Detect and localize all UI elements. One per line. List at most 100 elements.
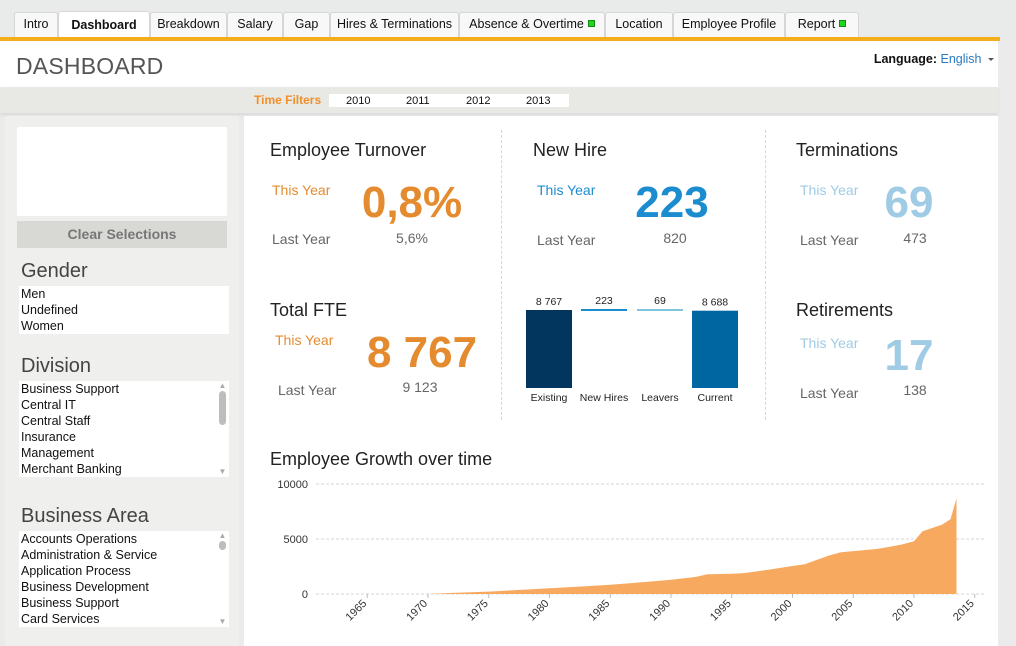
fte-waterfall-chart: 8 767 Existing 223 New Hires 69 Leavers 8 688 C… <box>526 295 738 404</box>
divider <box>501 130 502 420</box>
tab-label: Employee Profile <box>681 17 777 31</box>
year-filter-2012[interactable]: 2012 <box>449 94 509 107</box>
waterfall-category-label: Current <box>697 392 732 404</box>
kpi-title: Total FTE <box>270 300 348 320</box>
list-item[interactable]: Business Support <box>19 595 229 611</box>
business-area-scrollbar[interactable]: ▲ ▼ <box>218 531 227 626</box>
year-filter-2013[interactable]: 2013 <box>509 94 569 107</box>
division-scrollbar[interactable]: ▲ ▼ <box>218 381 227 476</box>
this-year-value: 223 <box>635 178 709 227</box>
waterfall-bar-new-hires[interactable] <box>581 309 627 311</box>
x-tick-label: 2005 <box>830 598 856 624</box>
waterfall-bar-current[interactable] <box>692 310 738 388</box>
waterfall-bar-leavers[interactable] <box>637 309 683 311</box>
list-item[interactable]: Central IT <box>19 397 229 413</box>
y-tick-label: 5000 <box>284 534 308 546</box>
chevron-down-icon[interactable] <box>988 58 994 61</box>
waterfall-value-label: 8 688 <box>702 297 728 309</box>
tab-breakdown[interactable]: Breakdown <box>150 12 227 37</box>
tab-label: Dashboard <box>71 18 137 32</box>
last-year-value: 9 123 <box>402 379 438 395</box>
scroll-up-icon[interactable]: ▲ <box>218 381 227 390</box>
this-year-label: This Year <box>800 335 859 351</box>
gender-listbox[interactable]: Men Undefined Women <box>19 286 229 334</box>
waterfall-value-label: 8 767 <box>536 296 562 308</box>
list-item[interactable]: Accounts Operations <box>19 531 229 547</box>
this-year-value: 69 <box>884 178 934 227</box>
tab-intro[interactable]: Intro <box>14 12 58 37</box>
year-filter-2010[interactable]: 2010 <box>329 94 389 107</box>
chart-title: Employee Growth over time <box>270 449 493 469</box>
list-item[interactable]: Business Development <box>19 579 229 595</box>
language-value[interactable]: English <box>941 52 982 66</box>
tab-absence-overtime[interactable]: Absence & Overtime <box>459 12 605 37</box>
tab-report[interactable]: Report <box>785 12 859 37</box>
last-year-label: Last Year <box>800 385 859 401</box>
waterfall-category-label: Leavers <box>641 392 678 404</box>
waterfall-category-label: New Hires <box>580 392 628 404</box>
page-title: DASHBOARD <box>16 53 164 79</box>
language-label: Language: <box>873 52 938 66</box>
time-filter-years: 2010 2011 2012 2013 <box>329 94 569 107</box>
last-year-value: 820 <box>663 230 687 246</box>
waterfall-value-label: 69 <box>654 295 666 307</box>
time-filters-label: Time Filters <box>254 93 322 107</box>
tab-dashboard[interactable]: Dashboard <box>58 11 150 38</box>
tab-gap[interactable]: Gap <box>283 12 330 37</box>
tab-label: Breakdown <box>157 17 220 31</box>
scroll-down-icon[interactable]: ▼ <box>218 617 227 626</box>
clear-selections-button[interactable]: Clear Selections <box>17 221 227 248</box>
last-year-label: Last Year <box>800 232 859 248</box>
status-indicator-icon <box>587 20 595 27</box>
year-filter-2011[interactable]: 2011 <box>389 94 449 107</box>
list-item[interactable]: Central Staff <box>19 413 229 429</box>
this-year-value: 17 <box>884 331 934 380</box>
last-year-value: 5,6% <box>396 230 428 246</box>
x-tick-label: 1965 <box>344 598 370 624</box>
language-selector[interactable]: Language: English <box>874 52 994 66</box>
list-item[interactable]: Management <box>19 445 229 461</box>
tab-hires-terminations[interactable]: Hires & Terminations <box>330 12 459 37</box>
scroll-thumb[interactable] <box>219 541 226 550</box>
y-tick-label: 0 <box>302 589 308 601</box>
kpi-title: Retirements <box>796 300 894 320</box>
list-item[interactable]: Insurance <box>19 429 229 445</box>
tab-employee-profile[interactable]: Employee Profile <box>673 12 785 37</box>
list-item[interactable]: Women <box>19 318 229 334</box>
time-filter-bar: Time Filters 2010 2011 2012 2013 <box>0 87 998 113</box>
kpi-title: Employee Turnover <box>270 140 427 160</box>
list-item[interactable]: Card Services <box>19 611 229 627</box>
growth-area-series[interactable] <box>428 498 957 594</box>
list-item[interactable]: Administration & Service <box>19 547 229 563</box>
scroll-thumb[interactable] <box>219 391 226 425</box>
list-item[interactable]: Undefined <box>19 302 229 318</box>
employee-growth-chart: 0 5000 10000 1965 1970 1975 1980 1985 1990 1995 20… <box>277 479 986 624</box>
business-area-listbox[interactable]: Accounts Operations Administration & Ser… <box>19 531 229 627</box>
tab-label: Location <box>615 17 663 31</box>
divider <box>765 130 766 420</box>
list-item[interactable]: Application Process <box>19 563 229 579</box>
last-year-label: Last Year <box>278 382 337 398</box>
current-selections-box <box>17 127 227 216</box>
last-year-value: 473 <box>903 230 927 246</box>
list-item[interactable]: Merchant Banking <box>19 461 229 477</box>
tab-salary[interactable]: Salary <box>227 12 283 37</box>
scroll-up-icon[interactable]: ▲ <box>218 531 227 540</box>
last-year-label: Last Year <box>272 231 331 247</box>
x-tick-label: 1975 <box>465 598 491 624</box>
list-item[interactable]: Men <box>19 286 229 302</box>
division-title: Division <box>21 355 92 377</box>
waterfall-bar-existing[interactable] <box>526 310 572 388</box>
x-tick-label: 2010 <box>890 598 916 624</box>
x-tick-label: 1980 <box>526 598 552 624</box>
tab-location[interactable]: Location <box>605 12 673 37</box>
kpi-title: Terminations <box>796 140 899 160</box>
x-tick-label: 2000 <box>769 598 795 624</box>
sidebar: Clear Selections Gender Men Undefined Wo… <box>5 116 239 646</box>
list-item[interactable]: Business Support <box>19 381 229 397</box>
scroll-down-icon[interactable]: ▼ <box>218 467 227 476</box>
x-tick-label: 1990 <box>647 598 673 624</box>
gender-title: Gender <box>21 260 88 282</box>
division-listbox[interactable]: Business Support Central IT Central Staf… <box>19 381 229 477</box>
this-year-label: This Year <box>800 182 859 198</box>
